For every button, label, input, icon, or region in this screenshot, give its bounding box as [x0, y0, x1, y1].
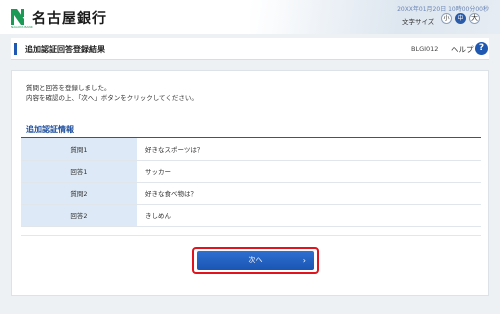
auth-info-table: 質問1 好きなスポーツは？ 回答1 サッカー 質問2 好きな食べ物は？ 回答2 … [21, 138, 481, 227]
screen-id: BLGI012 [411, 45, 439, 53]
title-accent-bar [14, 43, 17, 55]
answer1-label: 回答1 [21, 160, 137, 183]
table-row: 回答1 サッカー [21, 160, 481, 183]
help-link[interactable]: ヘルプ [451, 44, 474, 55]
page-title: 追加認証回答登録結果 [25, 45, 105, 54]
next-button-label: 次へ [248, 256, 263, 264]
bank-logo-icon [11, 9, 24, 25]
section-title: 追加認証情報 [26, 125, 74, 134]
font-size-medium-button[interactable]: 中 [455, 13, 466, 24]
table-row: 回答2 きしめん [21, 204, 481, 227]
answer2-value: きしめん [137, 204, 481, 227]
question1-label: 質問1 [21, 138, 137, 161]
help-icon[interactable]: ? [475, 42, 488, 55]
current-datetime: 20XX年01月20日 10時00分00秒 [397, 6, 489, 13]
result-message-line2: 内容を確認の上、「次へ」ボタンをクリックしてください。 [26, 94, 198, 102]
page-title-bar: 追加認証回答登録結果 BLGI012 ヘルプ ? [11, 38, 489, 60]
font-size-large-button[interactable]: 大 [469, 13, 480, 24]
app-header: NAGOYA BANK 名古屋銀行 20XX年01月20日 10時00分00秒 … [0, 0, 500, 34]
question2-label: 質問2 [21, 182, 137, 205]
answer1-value: サッカー [137, 160, 481, 183]
chevron-right-icon: › [302, 256, 306, 265]
main-panel: 質問と回答を登録しました。 内容を確認の上、「次へ」ボタンをクリックしてください… [11, 70, 489, 296]
font-size-label: 文字サイズ [402, 18, 435, 26]
next-button[interactable]: 次へ › [197, 251, 314, 270]
table-row: 質問2 好きな食べ物は？ [21, 182, 481, 205]
result-message-line1: 質問と回答を登録しました。 [26, 84, 111, 92]
question2-value: 好きな食べ物は？ [137, 182, 481, 205]
logo-subtext: NAGOYA BANK [11, 25, 33, 29]
font-size-small-button[interactable]: 小 [441, 13, 452, 24]
bank-name: 名古屋銀行 [32, 11, 107, 27]
answer2-label: 回答2 [21, 204, 137, 227]
question1-value: 好きなスポーツは？ [137, 138, 481, 161]
content-divider [21, 235, 481, 236]
table-row: 質問1 好きなスポーツは？ [21, 138, 481, 161]
